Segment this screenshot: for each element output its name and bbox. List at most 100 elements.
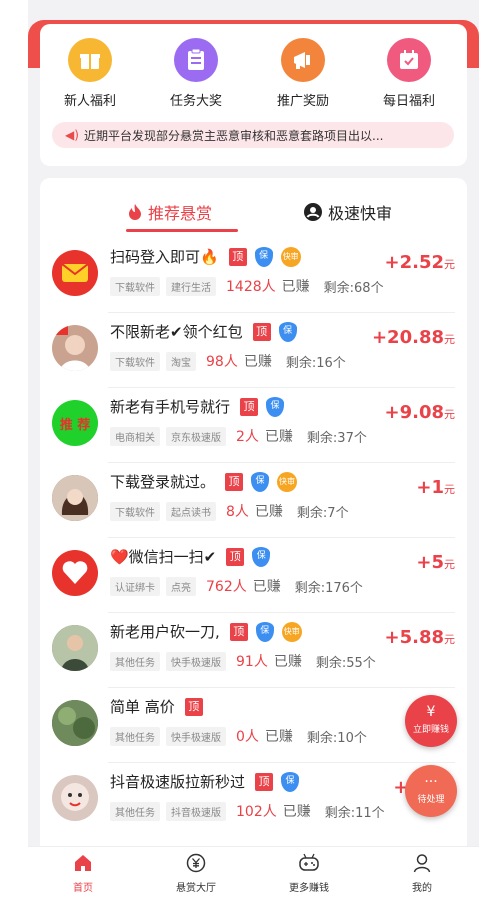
task-row[interactable]: 不限新老✔领个红包 顶 保 下载软件 淘宝 98人 已赚 剩余:16个 +20.8… xyxy=(40,313,467,388)
reward-unit: 元 xyxy=(444,483,455,496)
task-avatar xyxy=(52,475,98,521)
reward-unit: 元 xyxy=(444,258,455,271)
shield-icon: 保 xyxy=(252,546,271,567)
task-row[interactable]: 新老用户砍一刀, 顶 保 快审 其他任务 快手极速版 91人 已赚 剩余:55个 … xyxy=(40,613,467,688)
user-circle-icon xyxy=(304,203,322,221)
nav-bounty-hall[interactable]: 悬赏大厅 xyxy=(141,853,251,894)
tab-label: 推荐悬赏 xyxy=(148,204,213,223)
reward-amount: +5.88 xyxy=(384,627,445,648)
task-title-line: ❤️微信扫一扫✔ 顶 保 xyxy=(110,546,271,567)
nav-label: 我的 xyxy=(412,883,432,894)
quick-link-label: 每日福利 xyxy=(382,94,435,109)
task-tag: 抖音极速版 xyxy=(166,801,226,821)
quick-link-label: 新人福利 xyxy=(63,94,116,109)
task-takers: 2人 xyxy=(236,429,259,445)
flame-icon xyxy=(129,204,141,220)
gift-icon xyxy=(68,38,112,82)
task-title-line: 新老有手机号就行 顶 保 xyxy=(110,396,285,417)
task-avatar xyxy=(52,325,98,371)
task-tag: 京东极速版 xyxy=(166,426,226,446)
task-title-line: 下载登录就过。 顶 保 快审 xyxy=(110,471,298,492)
notice-bar[interactable]: ◀) 近期平台发现部分悬赏主恶意审核和恶意套路项目出以... xyxy=(52,122,454,148)
task-title: 新老用户砍一刀, xyxy=(110,623,220,641)
task-tag: 电商相关 xyxy=(110,426,160,446)
task-title: 新老有手机号就行 xyxy=(110,398,231,416)
reward-amount: +5 xyxy=(416,552,444,573)
task-takers: 762人 xyxy=(206,579,247,595)
quick-link-promotion[interactable]: 推广奖励 xyxy=(253,38,353,109)
yen-circle-icon xyxy=(141,853,251,877)
top-badge: 顶 xyxy=(255,772,274,791)
task-tag: 认证绑卡 xyxy=(110,576,160,596)
reward-unit: 元 xyxy=(444,408,455,421)
task-meta: 认证绑卡 点亮 762人 已赚 剩余:176个 xyxy=(110,576,363,596)
task-list-card: 推荐悬赏 极速快审 扫码登入即可🔥 顶 保 快审 下载软件 建行生活 1428人… xyxy=(40,178,467,901)
tab-active-indicator xyxy=(126,229,238,232)
task-row[interactable]: 推 荐 新老有手机号就行 顶 保 电商相关 京东极速版 2人 已赚 剩余:37个 … xyxy=(40,388,467,463)
task-takers-suffix: 已赚 xyxy=(273,654,302,670)
quick-links-card: 新人福利 任务大奖 推广奖励 每日福利 ◀) 近期平台发现部分悬赏主恶意审核和恶… xyxy=(40,24,467,166)
nav-more-earn[interactable]: 更多赚钱 xyxy=(254,853,364,894)
task-row[interactable]: 抖音极速版拉新秒过 顶 保 其他任务 抖音极速版 102人已赚 剩余:11个 +… xyxy=(40,763,467,838)
quick-link-newbie[interactable]: 新人福利 xyxy=(40,38,140,109)
task-takers-suffix: 已赚 xyxy=(264,429,293,445)
task-title-line: 不限新老✔领个红包 顶 保 xyxy=(110,321,297,342)
task-takers: 8人 xyxy=(226,504,249,520)
task-meta: 下载软件 起点读书 8人 已赚 剩余:7个 xyxy=(110,501,349,521)
app-page: 新人福利 任务大奖 推广奖励 每日福利 ◀) 近期平台发现部分悬赏主恶意审核和恶… xyxy=(28,0,479,901)
task-tag: 下载软件 xyxy=(110,501,160,521)
chat-bubble-icon: ··· xyxy=(424,774,438,790)
task-tag: 下载软件 xyxy=(110,351,160,371)
task-takers-suffix: 已赚 xyxy=(281,279,310,295)
nav-home[interactable]: 首页 xyxy=(28,853,138,894)
task-avatar xyxy=(52,625,98,671)
task-tag: 快手极速版 xyxy=(166,726,226,746)
task-tag: 其他任务 xyxy=(110,801,160,821)
task-title: 下载登录就过。 xyxy=(110,473,216,491)
fast-review-badge-icon: 快审 xyxy=(277,471,298,492)
task-row[interactable]: 扫码登入即可🔥 顶 保 快审 下载软件 建行生活 1428人 已赚 剩余:68个 … xyxy=(40,238,467,313)
shield-icon: 保 xyxy=(254,246,273,267)
task-row[interactable]: 下载登录就过。 顶 保 快审 下载软件 起点读书 8人 已赚 剩余:7个 +1元 xyxy=(40,463,467,538)
calendar-check-icon xyxy=(387,38,431,82)
earn-now-label: 立即赚钱 xyxy=(412,725,449,735)
shield-icon: 保 xyxy=(251,471,270,492)
pending-button[interactable]: ··· 待处理 xyxy=(405,765,457,817)
task-remaining: 剩余:55个 xyxy=(315,655,376,671)
shield-icon: 保 xyxy=(266,396,285,417)
reward-unit: 元 xyxy=(444,633,455,646)
task-takers: 98人 xyxy=(206,354,238,370)
task-reward: +5元 xyxy=(416,552,455,573)
top-badge: 顶 xyxy=(184,697,203,716)
quick-link-task-prize[interactable]: 任务大奖 xyxy=(146,38,246,109)
task-row[interactable]: 简单 高价 顶 其他任务 快手极速版 0人 已赚 剩余:10个 xyxy=(40,688,467,763)
task-reward: +1元 xyxy=(416,477,455,498)
quick-link-daily[interactable]: 每日福利 xyxy=(359,38,459,109)
user-icon xyxy=(367,853,477,877)
task-meta: 下载软件 淘宝 98人 已赚 剩余:16个 xyxy=(110,351,346,371)
task-title: 简单 高价 xyxy=(110,698,175,716)
tab-recommended[interactable]: 推荐悬赏 xyxy=(128,200,212,224)
nav-mine[interactable]: 我的 xyxy=(367,853,477,894)
top-badge: 顶 xyxy=(226,547,245,566)
task-takers: 102人 xyxy=(236,804,277,820)
task-remaining: 剩余:11个 xyxy=(324,805,385,821)
task-meta: 电商相关 京东极速版 2人 已赚 剩余:37个 xyxy=(110,426,367,446)
task-title-line: 简单 高价 顶 xyxy=(110,696,203,717)
task-title: 抖音极速版拉新秒过 xyxy=(110,773,246,791)
earn-now-button[interactable]: ¥ 立即赚钱 xyxy=(405,695,457,747)
home-icon xyxy=(28,853,138,877)
task-row[interactable]: ❤️微信扫一扫✔ 顶 保 认证绑卡 点亮 762人 已赚 剩余:176个 +5元 xyxy=(40,538,467,613)
fast-review-badge-icon: 快审 xyxy=(280,246,301,267)
top-badge: 顶 xyxy=(252,322,271,341)
task-title-line: 扫码登入即可🔥 顶 保 快审 xyxy=(110,246,301,267)
task-remaining: 剩余:68个 xyxy=(323,280,384,296)
tab-label: 极速快审 xyxy=(328,204,393,223)
task-takers: 0人 xyxy=(236,729,259,745)
reward-amount: +1 xyxy=(416,477,444,498)
pending-label: 待处理 xyxy=(417,795,445,805)
tab-fast-review[interactable]: 极速快审 xyxy=(304,200,392,224)
bottom-nav: 首页 悬赏大厅 更多赚钱 我的 xyxy=(28,846,479,901)
task-title-line: 新老用户砍一刀, 顶 保 快审 xyxy=(110,621,302,642)
clipboard-icon xyxy=(174,38,218,82)
